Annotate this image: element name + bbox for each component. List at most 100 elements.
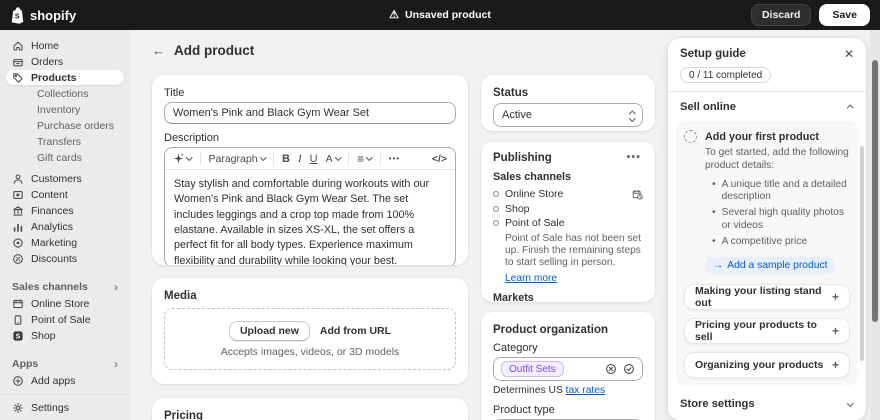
sidebar-item-purchase-orders[interactable]: Purchase orders: [6, 118, 124, 133]
sales-channel-shop: Shop: [493, 202, 643, 217]
select-arrows-icon: [628, 110, 635, 122]
setup-task-group: Add your first product To get started, a…: [676, 121, 858, 386]
sidebar-item-settings[interactable]: Settings: [0, 394, 130, 414]
setup-group-making-your-listing-stand-out[interactable]: Making your listing stand out +: [684, 283, 850, 310]
setup-group-pricing-your-products-to-sell[interactable]: Pricing your products to sell +: [684, 317, 850, 344]
italic-button[interactable]: I: [296, 152, 304, 166]
task-bullet: • A unique title and a detailed descripti…: [712, 178, 847, 202]
close-icon[interactable]: ✕: [844, 48, 854, 60]
status-select[interactable]: Active: [493, 103, 643, 127]
chevron-down-icon: [186, 154, 193, 161]
category-field[interactable]: Outfit Sets: [493, 357, 643, 381]
sell-online-section-toggle[interactable]: Sell online: [668, 92, 866, 118]
shop-icon: S: [12, 330, 24, 342]
svg-text:S: S: [16, 333, 21, 340]
media-dropzone[interactable]: Upload new Add from URL Accepts images, …: [164, 308, 456, 370]
sidebar-item-discounts[interactable]: Discounts: [6, 251, 124, 266]
bold-button[interactable]: B: [280, 152, 292, 166]
setup-guide-panel: Setup guide ✕ 0 / 11 completed Sell onli…: [668, 38, 866, 420]
sidebar-item-collections[interactable]: Collections: [6, 86, 124, 101]
task-checkbox-icon[interactable]: [684, 130, 697, 143]
task-description: To get started, add the following produc…: [705, 147, 849, 172]
sidebar-item-add-apps[interactable]: Add apps: [6, 373, 124, 388]
text-color-button[interactable]: A: [324, 152, 343, 166]
orders-icon: [12, 56, 24, 68]
category-hint: Determines US tax rates: [493, 385, 606, 396]
sidebar-item-orders[interactable]: Orders: [6, 54, 124, 69]
organization-heading: Product organization: [493, 324, 608, 336]
sidebar-item-gift-cards[interactable]: Gift cards: [6, 150, 124, 165]
editor-toolbar: Paragraph B I U A ≡ ••• </>: [165, 148, 455, 170]
paragraph-style-dropdown[interactable]: Paragraph: [207, 152, 268, 166]
shopify-logo[interactable]: S shopify: [10, 6, 76, 24]
learn-more-link[interactable]: Learn more: [505, 273, 557, 284]
sidebar-section-sales-channels[interactable]: Sales channels ›: [12, 280, 118, 294]
home-icon: [12, 40, 24, 52]
sales-channels-label: Sales channels: [493, 171, 572, 183]
sidebar-item-shop[interactable]: S Shop: [6, 328, 124, 343]
save-button[interactable]: Save: [819, 4, 870, 26]
more-formatting-button[interactable]: •••: [387, 153, 402, 164]
page-scrollbar-thumb[interactable]: [872, 60, 878, 322]
description-textarea[interactable]: Stay stylish and comfortable during work…: [165, 170, 455, 265]
alignment-button[interactable]: ≡: [355, 151, 374, 167]
category-tag[interactable]: Outfit Sets: [501, 361, 564, 377]
sidebar-item-analytics[interactable]: Analytics: [6, 219, 124, 234]
pos-note: Point of Sale has not been set up. Finis…: [505, 232, 641, 269]
plus-icon: +: [831, 323, 839, 338]
add-from-url-button[interactable]: Add from URL: [320, 325, 391, 337]
clear-category-icon[interactable]: [605, 363, 617, 375]
main-content: ← Add product Title Description Paragrap…: [130, 30, 870, 420]
page-scrollbar[interactable]: [870, 30, 880, 420]
chevron-down-icon: [334, 154, 342, 161]
code-view-button[interactable]: </>: [430, 152, 449, 166]
unsaved-product-status: ⚠ Unsaved product: [389, 8, 491, 21]
title-input[interactable]: [164, 102, 456, 124]
sidebar-item-marketing[interactable]: Marketing: [6, 235, 124, 250]
setup-guide-title: Setup guide: [680, 48, 746, 60]
sidebar-apps-list: Add apps: [0, 373, 130, 388]
setup-group-organizing-your-products[interactable]: Organizing your products +: [684, 351, 850, 378]
publishing-heading: Publishing: [493, 152, 552, 164]
sidebar-section-apps[interactable]: Apps ›: [12, 357, 118, 371]
sidebar-item-inventory[interactable]: Inventory: [6, 102, 124, 117]
sidebar-item-customers[interactable]: Customers: [6, 171, 124, 186]
setup-progress-badge: 0 / 11 completed: [680, 67, 772, 83]
sidebar-item-products[interactable]: Products: [6, 70, 124, 85]
discard-button[interactable]: Discard: [750, 4, 812, 26]
markets-label: Markets: [493, 291, 534, 302]
upload-new-button[interactable]: Upload new: [228, 320, 310, 341]
sidebar-item-online-store[interactable]: Online Store: [6, 296, 124, 311]
title-description-card: Title Description Paragraph B I U A: [152, 75, 468, 265]
channel-bullet-icon: [493, 191, 499, 198]
svg-text:S: S: [15, 13, 20, 20]
tax-rates-link[interactable]: tax rates: [566, 385, 606, 396]
discounts-icon: [12, 253, 24, 265]
plus-icon: +: [831, 357, 839, 372]
title-label: Title: [164, 87, 185, 99]
store-settings-section-toggle[interactable]: Store settings: [668, 390, 866, 420]
sidebar-item-transfers[interactable]: Transfers: [6, 134, 124, 149]
sidebar-item-point-of-sale[interactable]: Point of Sale: [6, 312, 124, 327]
sidebar-item-content[interactable]: Content: [6, 187, 124, 202]
channel-bullet-icon: [493, 220, 499, 227]
confirm-category-icon[interactable]: [623, 363, 635, 375]
setup-guide-scrollbar[interactable]: [860, 146, 864, 361]
back-button[interactable]: ←: [152, 44, 165, 57]
category-label: Category: [493, 342, 538, 354]
setup-task-add-first-product[interactable]: Add your first product: [684, 130, 850, 143]
schedule-publish-icon[interactable]: [632, 189, 643, 200]
ai-sparkle-button[interactable]: [171, 152, 194, 165]
sidebar-item-home[interactable]: Home: [6, 38, 124, 53]
add-sample-product-button[interactable]: → Add a sample product: [705, 256, 836, 274]
sidebar: Home Orders Products Collections Inventory Pu…: [0, 30, 130, 420]
chevron-up-icon: [846, 104, 853, 112]
underline-button[interactable]: U: [308, 152, 320, 166]
topbar: S shopify ⚠ Unsaved product Discard Save: [0, 0, 880, 30]
pricing-heading: Pricing: [164, 410, 203, 420]
publishing-more-button[interactable]: •••: [624, 152, 643, 163]
sidebar-nav: Home Orders Products Collections Inventory Pu…: [0, 38, 130, 266]
page-title: Add product: [174, 43, 255, 58]
product-organization-card: Product organization Category Outfit Set…: [481, 312, 655, 420]
sidebar-item-finances[interactable]: Finances: [6, 203, 124, 218]
